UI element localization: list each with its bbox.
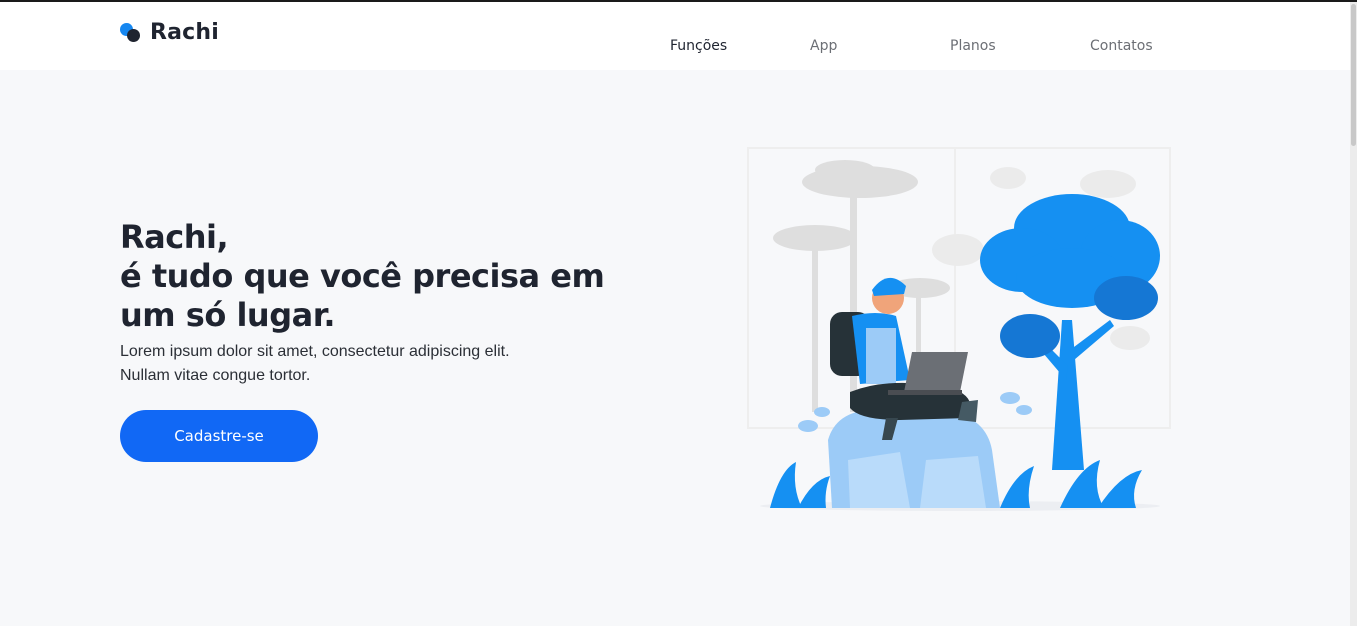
hero-title: Rachi, é tudo que você precisa em um só … — [120, 218, 605, 335]
hero-description: Lorem ipsum dolor sit amet, consectetur … — [120, 340, 580, 388]
hero-illustration — [747, 147, 1171, 511]
brand-logo[interactable]: Rachi — [120, 18, 219, 46]
nav-item-contatos[interactable]: Contatos — [1090, 38, 1153, 54]
hero-description-line: Lorem ipsum dolor sit amet, consectetur … — [120, 343, 510, 360]
hero-title-line: Rachi, — [120, 218, 229, 256]
nav-item-planos[interactable]: Planos — [950, 38, 996, 54]
hero-description-line: Nullam vitae congue tortor. — [120, 367, 311, 384]
nav-item-app[interactable]: App — [810, 38, 837, 54]
navbar: Rachi Funções App Planos Contatos — [0, 2, 1350, 70]
logo-icon — [120, 21, 142, 43]
scrollbar-thumb[interactable] — [1351, 4, 1356, 146]
signup-button[interactable]: Cadastre-se — [120, 410, 318, 462]
hero-title-line: é tudo que você precisa em — [120, 257, 605, 295]
hero-title-line: um só lugar. — [120, 296, 336, 334]
brand-name: Rachi — [150, 19, 220, 45]
nav-item-funcoes[interactable]: Funções — [670, 38, 727, 54]
vertical-scrollbar[interactable] — [1350, 2, 1357, 626]
